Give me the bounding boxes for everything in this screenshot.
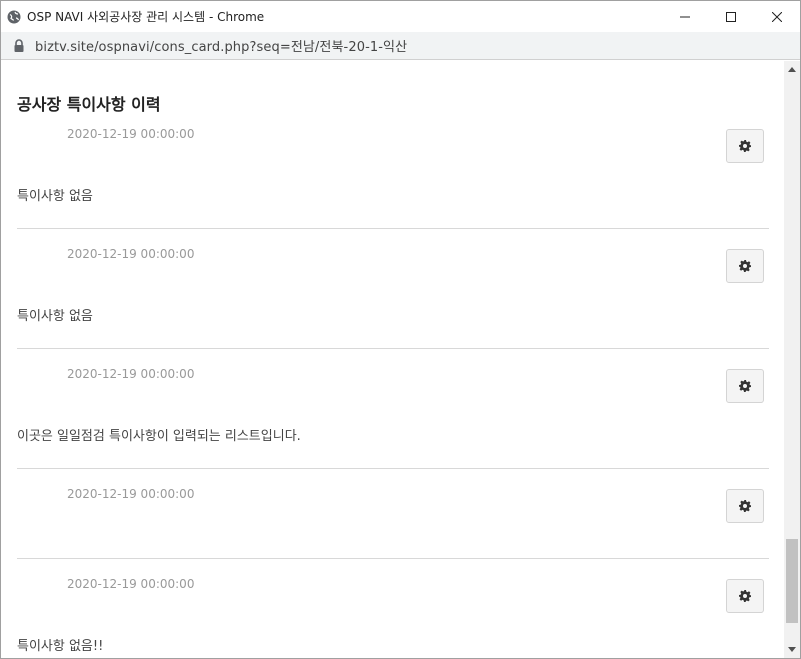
address-bar[interactable]: biztv.site/ospnavi/cons_card.php?seq=전남/… bbox=[1, 32, 800, 60]
divider bbox=[17, 228, 769, 229]
gear-icon bbox=[739, 260, 751, 272]
divider bbox=[17, 558, 769, 559]
scroll-thumb[interactable] bbox=[786, 539, 798, 623]
settings-button[interactable] bbox=[726, 369, 764, 403]
vertical-scrollbar[interactable] bbox=[784, 61, 800, 658]
scroll-up-icon[interactable] bbox=[788, 67, 796, 72]
entry-date: 2020-12-19 00:00:00 bbox=[67, 127, 195, 141]
window-controls bbox=[662, 1, 800, 32]
entry-note: 특이사항 없음 bbox=[17, 189, 93, 204]
entry-date: 2020-12-19 00:00:00 bbox=[67, 247, 195, 261]
minimize-button[interactable] bbox=[662, 1, 708, 32]
url-text[interactable]: biztv.site/ospnavi/cons_card.php?seq=전남/… bbox=[35, 36, 407, 55]
maximize-icon bbox=[726, 11, 736, 22]
entry-note: 특이사항 없음!! bbox=[17, 639, 104, 654]
browser-window: OSP NAVI 사외공사장 관리 시스템 - Chrome biztv.sit… bbox=[0, 0, 801, 659]
close-icon bbox=[772, 11, 782, 22]
lock-icon bbox=[14, 38, 24, 52]
entry-note: 이곳은 일일점검 특이사항이 입력되는 리스트입니다. bbox=[17, 429, 301, 444]
divider bbox=[17, 348, 769, 349]
entry-date: 2020-12-19 00:00:00 bbox=[67, 487, 195, 501]
entry-date: 2020-12-19 00:00:00 bbox=[67, 577, 195, 591]
maximize-button[interactable] bbox=[708, 1, 754, 32]
page-title: 공사장 특이사항 이력 bbox=[17, 95, 161, 114]
entry-note: 특이사항 없음 bbox=[17, 309, 93, 324]
scroll-down-icon[interactable] bbox=[788, 647, 796, 652]
title-bar: OSP NAVI 사외공사장 관리 시스템 - Chrome bbox=[1, 1, 800, 32]
settings-button[interactable] bbox=[726, 489, 764, 523]
divider bbox=[17, 468, 769, 469]
gear-icon bbox=[739, 140, 751, 152]
close-button[interactable] bbox=[754, 1, 800, 32]
settings-button[interactable] bbox=[726, 579, 764, 613]
gear-icon bbox=[739, 590, 751, 602]
settings-button[interactable] bbox=[726, 129, 764, 163]
gear-icon bbox=[739, 500, 751, 512]
gear-icon bbox=[739, 380, 751, 392]
settings-button[interactable] bbox=[726, 249, 764, 283]
entry-date: 2020-12-19 00:00:00 bbox=[67, 367, 195, 381]
window-title: OSP NAVI 사외공사장 관리 시스템 - Chrome bbox=[27, 10, 265, 24]
globe-icon bbox=[7, 10, 21, 23]
page-content: 공사장 특이사항 이력 2020-12-19 00:00:00 특이사항 없음 … bbox=[1, 61, 784, 658]
minimize-icon bbox=[680, 16, 690, 17]
